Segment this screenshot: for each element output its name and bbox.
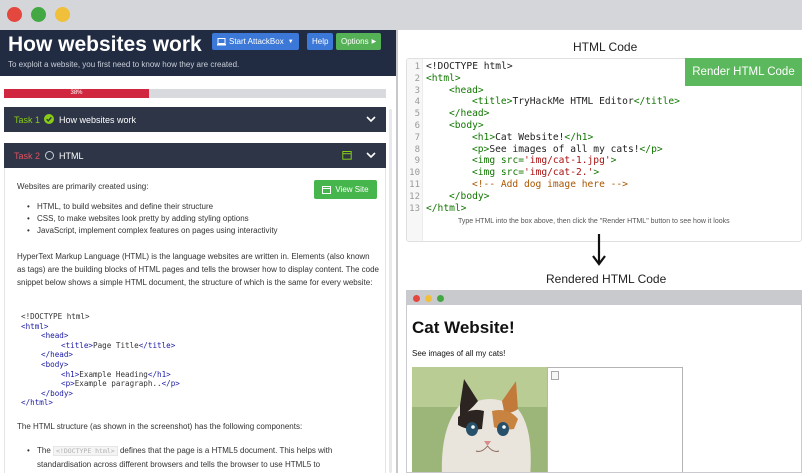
doctype-text-pre: The xyxy=(37,446,54,455)
window-titlebar xyxy=(0,0,802,30)
editor-line[interactable]: </body> xyxy=(426,191,489,202)
list-item: • The <!DOCTYPE html> defines that the p… xyxy=(27,446,333,469)
line-numbers: 1 2 3 4 5 6 7 8 9 10 11 12 13 xyxy=(407,59,423,241)
chevron-down-icon xyxy=(366,152,376,159)
maximize-window-button[interactable] xyxy=(31,7,46,22)
incomplete-circle-icon xyxy=(45,151,54,160)
editor-line[interactable]: <title>TryHackMe HTML Editor</title> xyxy=(426,96,680,107)
preview-yellow-dot xyxy=(425,295,432,302)
structure-intro: The HTML structure (as shown in the scre… xyxy=(17,422,303,431)
editor-hint: Type HTML into the box above, then click… xyxy=(458,218,730,225)
options-label: Options xyxy=(341,37,369,46)
line-number: 6 xyxy=(414,121,420,131)
caret-down-icon: ▼ xyxy=(287,38,294,45)
preview-red-dot xyxy=(413,295,420,302)
html-code-snippet: <!DOCTYPE html> <html> <head> <title>Page T… xyxy=(21,312,180,408)
task-1-header[interactable]: Task 1 How websites work xyxy=(4,107,386,132)
editor-line[interactable]: <!-- Add dog image here --> xyxy=(426,179,628,190)
task-2-content: Websites are primarily created using: Vi… xyxy=(4,168,386,473)
task-2-title: HTML xyxy=(59,151,84,161)
code-line: </body> xyxy=(41,388,74,398)
minimize-window-button[interactable] xyxy=(55,7,70,22)
calendar-icon[interactable] xyxy=(342,150,352,160)
preview-green-dot xyxy=(437,295,444,302)
list-item: CSS, to make websites look pretty by add… xyxy=(27,213,377,225)
task-1-title: How websites work xyxy=(59,115,137,125)
editor-line[interactable]: <p>See images of all my cats!</p> xyxy=(426,144,663,155)
line-number: 5 xyxy=(414,109,420,120)
editor-panel: HTML Code 1 2 3 4 5 6 7 8 9 10 11 12 13 <!DOCTYPE ht… xyxy=(398,30,802,473)
room-header: How websites work To exploit a website, … xyxy=(0,30,398,76)
line-number: 10 xyxy=(409,168,420,179)
start-attackbox-label: Start AttackBox xyxy=(229,37,284,46)
task-2-header[interactable]: Task 2 HTML xyxy=(4,143,386,168)
kitten-picture xyxy=(412,367,547,472)
render-html-button[interactable]: Render HTML Code xyxy=(685,58,802,86)
caret-right-icon: ▶ xyxy=(371,39,377,45)
html-description: HyperText Markup Language (HTML) is the … xyxy=(17,252,379,287)
code-line: <html> xyxy=(21,321,49,331)
room-title: How websites work xyxy=(8,33,202,56)
code-line: <body> xyxy=(41,359,69,369)
line-number: 3 xyxy=(414,85,420,96)
editor-line[interactable]: <img src='img/cat-1.jpg'> xyxy=(426,155,616,166)
options-button[interactable]: Options ▶ xyxy=(336,33,382,50)
laptop-icon xyxy=(217,37,226,45)
line-number: 9 xyxy=(414,156,420,167)
editor-line[interactable]: <body> xyxy=(426,120,484,131)
code-line: </head> xyxy=(41,350,74,360)
code-line: <head> xyxy=(41,331,69,341)
technology-list: HTML, to build websites and define their… xyxy=(27,201,377,237)
intro-text: Websites are primarily created using: xyxy=(17,182,149,191)
rendered-html-heading: Rendered HTML Code xyxy=(546,272,667,286)
editor-line[interactable]: </head> xyxy=(426,108,489,119)
code-line: <h1>Example Heading</h1> xyxy=(61,369,171,379)
line-number: 1 xyxy=(414,62,420,72)
line-number: 2 xyxy=(414,73,420,84)
code-line: </html> xyxy=(21,398,54,408)
line-number: 13 xyxy=(409,203,420,214)
start-attackbox-button[interactable]: Start AttackBox ▼ xyxy=(212,33,299,50)
chevron-down-icon xyxy=(366,116,376,123)
preview-titlebar xyxy=(407,291,801,305)
room-subtitle: To exploit a website, you first need to … xyxy=(8,60,240,69)
html-code-heading: HTML Code xyxy=(573,40,638,54)
task-1-number: Task 1 xyxy=(14,115,41,125)
view-site-button[interactable]: View Site xyxy=(314,180,377,199)
broken-image-placeholder xyxy=(547,367,683,472)
broken-image-icon xyxy=(551,371,559,380)
arrow-down-icon xyxy=(592,234,606,266)
code-line: <p>Example paragraph..</p> xyxy=(61,379,180,389)
task-2-number: Task 2 xyxy=(14,151,41,161)
room-progress-label: 38% xyxy=(70,90,83,96)
cat-image xyxy=(412,367,547,472)
editor-line[interactable]: </html> xyxy=(426,203,466,214)
editor-line[interactable]: <html> xyxy=(426,73,461,84)
rendered-preview: Cat Website! See images of all my cats! xyxy=(406,290,802,473)
code-line: <!DOCTYPE html> xyxy=(21,312,90,321)
help-button[interactable]: Help xyxy=(307,33,334,50)
editor-line[interactable]: <h1>Cat Website!</h1> xyxy=(426,132,593,143)
editor-line[interactable]: <!DOCTYPE html> xyxy=(426,61,513,72)
line-number: 7 xyxy=(414,132,420,143)
room-progress-bar: 38% xyxy=(4,89,386,98)
code-line: <title>Page Title</title> xyxy=(61,340,176,350)
check-circle-icon xyxy=(44,114,54,124)
list-item: JavaScript, implement complex features o… xyxy=(27,225,377,237)
preview-heading: Cat Website! xyxy=(412,318,515,337)
editor-line[interactable]: <img src='img/cat-2.'> xyxy=(426,167,599,178)
view-site-label: View Site xyxy=(335,185,369,194)
line-number: 8 xyxy=(414,144,420,155)
line-number: 12 xyxy=(409,191,420,202)
doctype-inline-code: <!DOCTYPE html> xyxy=(53,446,118,456)
line-number: 4 xyxy=(414,97,420,108)
room-panel: How websites work To exploit a website, … xyxy=(0,30,398,473)
line-number: 11 xyxy=(409,180,420,190)
editor-line[interactable]: <head> xyxy=(426,85,484,96)
close-window-button[interactable] xyxy=(7,7,22,22)
list-item: HTML, to build websites and define their… xyxy=(27,201,377,213)
window-icon xyxy=(322,185,332,194)
panel-scrollbar[interactable] xyxy=(389,109,392,473)
preview-paragraph: See images of all my cats! xyxy=(412,349,506,358)
